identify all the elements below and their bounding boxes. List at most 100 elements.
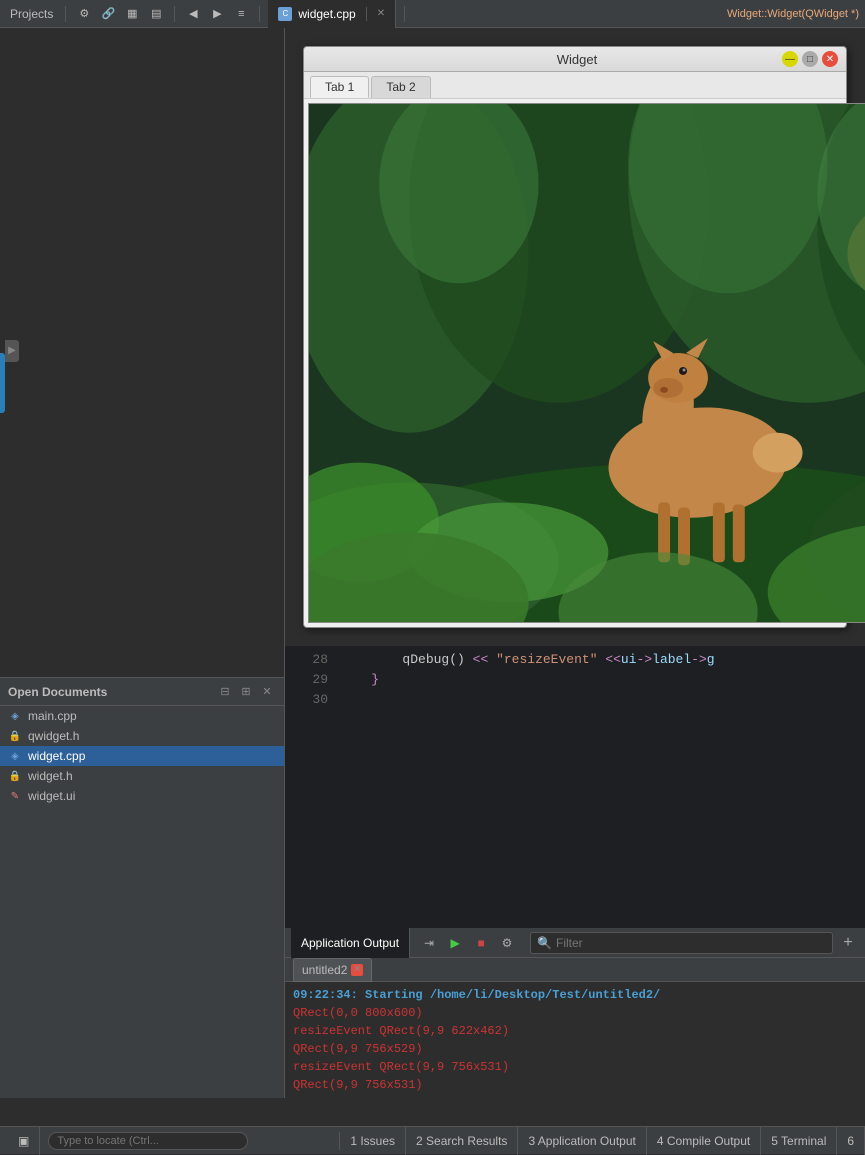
status-six[interactable]: 6 — [837, 1127, 865, 1155]
output-run-btn[interactable]: ▶ — [444, 932, 466, 954]
output-toolbar: Application Output ⇥ ▶ ■ ⚙ 🔍 + — [285, 928, 865, 958]
file-item-widget-h[interactable]: 🔒 widget.h — [0, 766, 284, 786]
tab-sep — [366, 7, 367, 21]
output-tab-label: Application Output — [301, 936, 399, 950]
file-name-widget-h: widget.h — [28, 769, 73, 783]
file-name-widget-cpp: widget.cpp — [28, 749, 85, 763]
toolbar-btn-menu[interactable]: ≡ — [231, 4, 251, 24]
code-editor-section: 28 qDebug() << "resizeEvent" <<ui->label… — [285, 646, 865, 928]
output-line-5: resizeEvent QRect(9,9 756x531) — [293, 1058, 857, 1076]
top-toolbar: Projects ⚙ 🔗 ▦ ▤ ◀ ▶ ≡ C widget.cpp ✕ Wi… — [0, 0, 865, 28]
status-search-input[interactable] — [48, 1132, 248, 1150]
code-line-29: 29 } — [285, 670, 865, 690]
output-stop-btn[interactable]: ■ — [470, 932, 492, 954]
open-docs-close[interactable]: ✕ — [258, 683, 276, 701]
output-sub-tab: untitled2 ✕ — [285, 958, 865, 982]
deer-scene-svg — [309, 104, 865, 622]
output-line-2: QRect(0,0 800x600) — [293, 1004, 857, 1022]
line-number-29: 29 — [293, 670, 328, 690]
line-number-30: 30 — [293, 690, 328, 710]
output-settings-btn[interactable]: ⚙ — [496, 932, 518, 954]
widget-tabs: Tab 1 Tab 2 — [304, 72, 846, 99]
close-button[interactable]: ✕ — [822, 51, 838, 67]
main-layout: ▶ Open Documents ⊟ ⊞ ✕ ◈ main.cpp 🔒 qwi — [0, 28, 865, 1098]
collapse-arrow[interactable]: ▶ — [5, 340, 19, 362]
toolbar-btn-link[interactable]: 🔗 — [98, 4, 118, 24]
toolbar-btn-filter[interactable]: ⚙ — [74, 4, 94, 24]
line-content-29: } — [340, 670, 857, 690]
code-editor: 28 qDebug() << "resizeEvent" <<ui->label… — [285, 646, 865, 928]
output-line-6: QRect(9,9 756x531) — [293, 1076, 857, 1094]
line-number-28: 28 — [293, 650, 328, 670]
projects-label: Projects — [6, 7, 57, 21]
open-docs-expand[interactable]: ⊞ — [237, 683, 255, 701]
status-terminal[interactable]: 5 Terminal — [761, 1127, 837, 1155]
file-item-main-cpp[interactable]: ◈ main.cpp — [0, 706, 284, 726]
file-name-main-cpp: main.cpp — [28, 709, 77, 723]
file-icon-qwidget-h: 🔒 — [8, 729, 22, 743]
output-tab-appoutput[interactable]: Application Output — [291, 928, 410, 958]
widget-controls: — □ ✕ — [782, 51, 838, 67]
code-line-30: 30 — [285, 690, 865, 710]
filter-input[interactable] — [556, 936, 826, 950]
output-clear-btn[interactable]: ⇥ — [418, 932, 440, 954]
status-search — [40, 1132, 339, 1150]
status-compile-output[interactable]: 4 Compile Output — [647, 1127, 761, 1155]
line-content-30 — [340, 690, 857, 710]
status-icon: ▣ — [18, 1134, 29, 1148]
output-filter-container: 🔍 — [530, 932, 833, 954]
toolbar-btn-forward[interactable]: ▶ — [207, 4, 227, 24]
file-name-widget-ui: widget.ui — [28, 789, 75, 803]
sub-tab-untitled2[interactable]: untitled2 ✕ — [293, 958, 372, 982]
file-tab-label: widget.cpp — [298, 7, 355, 21]
status-issues[interactable]: 1 Issues — [340, 1127, 406, 1155]
file-icon-widget-h: 🔒 — [8, 769, 22, 783]
open-docs-title: Open Documents — [8, 685, 107, 699]
output-line-3: resizeEvent QRect(9,9 622x462) — [293, 1022, 857, 1040]
output-add-btn[interactable]: + — [837, 932, 859, 954]
status-bar: ▣ 1 Issues 2 Search Results 3 Applicatio… — [0, 1126, 865, 1154]
maximize-button[interactable]: □ — [802, 51, 818, 67]
left-widget-area: ▶ — [0, 28, 284, 678]
status-search-results[interactable]: 2 Search Results — [406, 1127, 518, 1155]
toolbar-btn-grid[interactable]: ▦ — [122, 4, 142, 24]
widget-window: Widget — □ ✕ Tab 1 Tab 2 — [303, 46, 847, 628]
status-search-container — [40, 1132, 340, 1150]
toolbar-separator-4 — [404, 6, 405, 22]
minimize-button[interactable]: — — [782, 51, 798, 67]
file-icon-widget-ui: ✎ — [8, 789, 22, 803]
status-app-output[interactable]: 3 Application Output — [518, 1127, 646, 1155]
toolbar-separator-1 — [65, 6, 66, 22]
file-item-qwidget-h[interactable]: 🔒 qwidget.h — [0, 726, 284, 746]
output-line-1: 09:22:34: Starting /home/li/Desktop/Test… — [293, 986, 857, 1004]
file-item-widget-ui[interactable]: ✎ widget.ui — [0, 786, 284, 806]
function-label: Widget::Widget(QWidget *) — [727, 8, 859, 20]
widget-content — [304, 99, 846, 627]
toolbar-btn-grid2[interactable]: ▤ — [146, 4, 166, 24]
open-docs-header: Open Documents ⊟ ⊞ ✕ — [0, 678, 284, 706]
status-six-label: 6 — [847, 1134, 854, 1148]
line-content-28: qDebug() << "resizeEvent" <<ui->label->g — [340, 650, 857, 670]
output-toolbar-icons: ⇥ ▶ ■ ⚙ — [418, 932, 518, 954]
status-icon-item[interactable]: ▣ — [8, 1127, 40, 1155]
deer-image — [308, 103, 865, 623]
file-list: ◈ main.cpp 🔒 qwidget.h ◈ widget.cpp 🔒 wi… — [0, 706, 284, 1098]
sub-tab-label: untitled2 — [302, 963, 347, 977]
status-compile-output-label: 4 Compile Output — [657, 1134, 750, 1148]
filter-search-icon: 🔍 — [537, 936, 552, 950]
status-issues-label: 1 Issues — [350, 1134, 395, 1148]
widget-tab-1[interactable]: Tab 1 — [310, 76, 369, 98]
file-icon-main-cpp: ◈ — [8, 709, 22, 723]
open-docs-split[interactable]: ⊟ — [216, 683, 234, 701]
file-tab-close[interactable]: ✕ — [377, 8, 385, 19]
file-tab-widget-cpp[interactable]: C widget.cpp ✕ — [268, 0, 396, 28]
sub-tab-close[interactable]: ✕ — [351, 964, 363, 976]
output-line-4: QRect(9,9 756x529) — [293, 1040, 857, 1058]
file-name-qwidget-h: qwidget.h — [28, 729, 79, 743]
toolbar-separator-3 — [259, 6, 260, 22]
file-item-widget-cpp[interactable]: ◈ widget.cpp — [0, 746, 284, 766]
right-pane: Widget — □ ✕ Tab 1 Tab 2 — [285, 28, 865, 1098]
status-search-results-label: 2 Search Results — [416, 1134, 507, 1148]
toolbar-btn-back[interactable]: ◀ — [183, 4, 203, 24]
widget-tab-2[interactable]: Tab 2 — [371, 76, 430, 98]
